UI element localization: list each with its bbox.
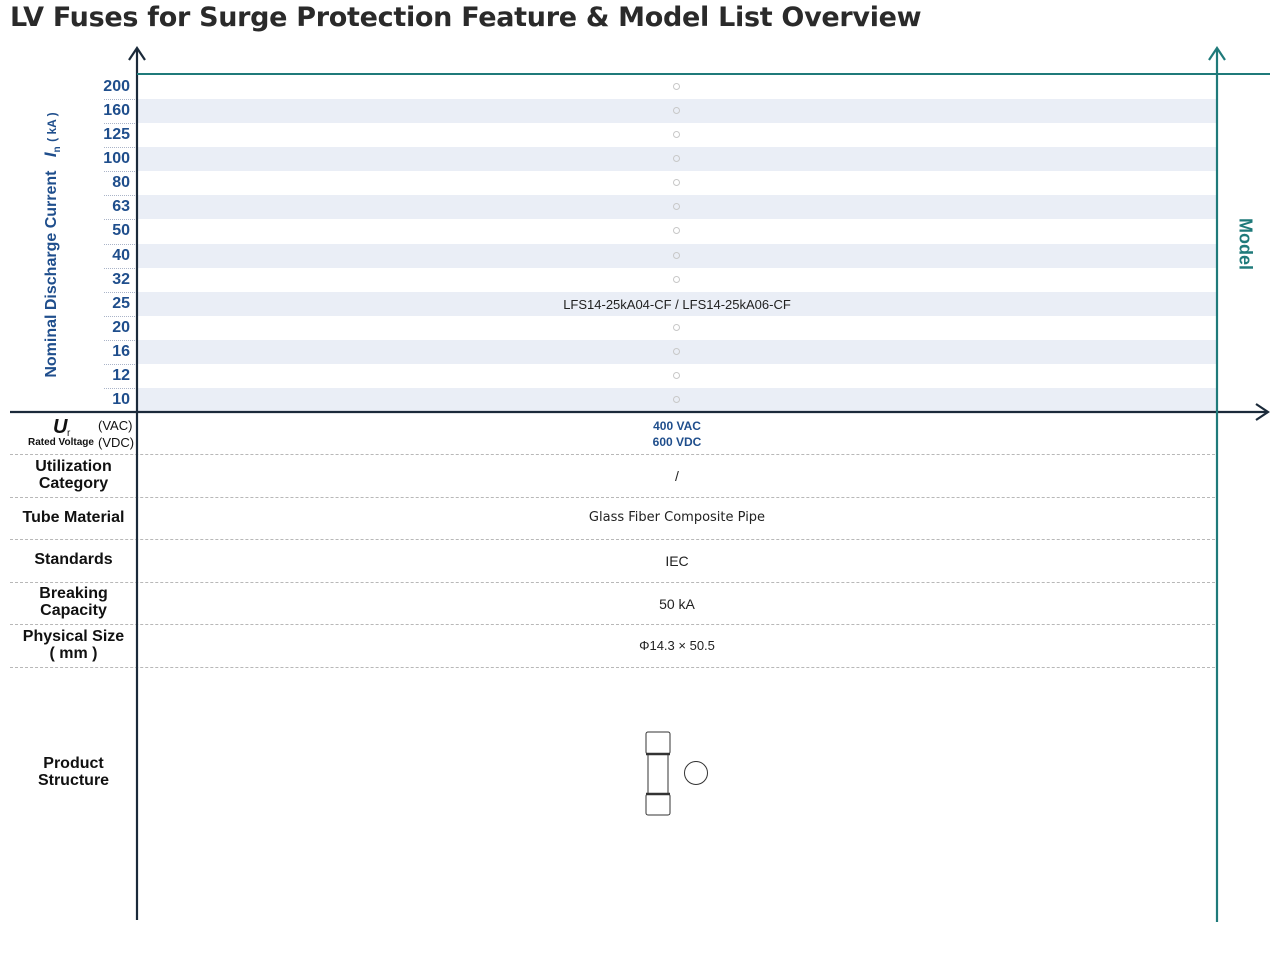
- fuse-side-view-icon: [645, 731, 671, 816]
- axes-overlay: [10, 46, 1270, 922]
- fuse-end-view-icon: [684, 761, 708, 785]
